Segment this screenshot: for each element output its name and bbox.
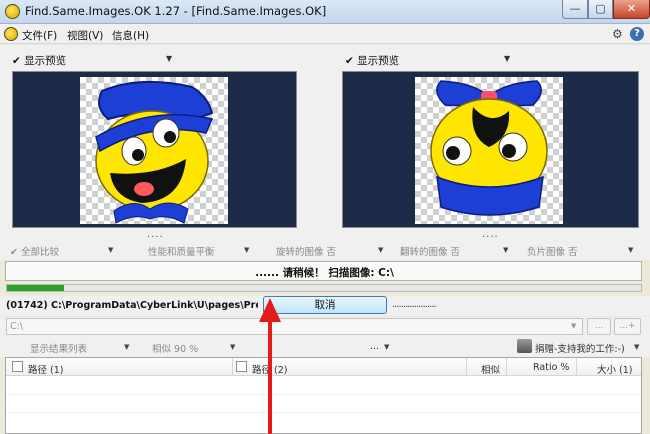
- select-all-path1-checkbox[interactable]: [12, 361, 23, 372]
- chevron-down-icon[interactable]: ▼: [378, 246, 383, 254]
- select-all-path2-checkbox[interactable]: [236, 361, 247, 372]
- chevron-down-icon[interactable]: ▼: [634, 343, 639, 351]
- cancel-button[interactable]: 取消: [263, 296, 387, 314]
- compare-all-option[interactable]: ✔ 全部比较: [10, 244, 59, 258]
- column-ratio[interactable]: Ratio %: [533, 362, 569, 373]
- chevron-down-icon[interactable]: ▼: [384, 343, 389, 351]
- chevron-down-icon[interactable]: ▼: [504, 54, 510, 63]
- results-header: 路径 (1) 路径 (2) 相似 Ratio % 大小 (1): [6, 358, 641, 376]
- chevron-down-icon[interactable]: ▼: [244, 246, 249, 254]
- smiley-hat-image: [95, 80, 214, 224]
- left-preview-panel[interactable]: [12, 71, 297, 228]
- menu-view[interactable]: 视图(V): [67, 28, 103, 43]
- minimize-button[interactable]: —: [562, 0, 588, 19]
- options-dots[interactable]: ...: [370, 341, 379, 352]
- right-preview-toggle[interactable]: ✔ 显示预览: [345, 53, 399, 68]
- chevron-down-icon[interactable]: ▼: [230, 343, 235, 351]
- right-splitter-dots[interactable]: ....: [482, 229, 499, 240]
- add-directory-button[interactable]: ...+: [614, 318, 641, 335]
- title-bar: Find.Same.Images.OK 1.27 - [Find.Same.Im…: [0, 0, 650, 24]
- directory-input[interactable]: C:\: [6, 318, 583, 335]
- quality-balance-option[interactable]: 性能和质量平衡: [148, 244, 215, 258]
- right-preview-panel[interactable]: [342, 71, 639, 228]
- compare-all-label: 全部比较: [20, 247, 59, 258]
- column-path-2[interactable]: 路径 (2): [252, 362, 287, 376]
- scan-progress-bar: [6, 284, 642, 292]
- menu-file[interactable]: 文件(F): [22, 28, 57, 43]
- results-list[interactable]: 路径 (1) 路径 (2) 相似 Ratio % 大小 (1): [5, 357, 642, 434]
- column-path-1[interactable]: 路径 (1): [28, 362, 63, 376]
- show-results-list-option[interactable]: 显示结果列表: [30, 341, 87, 355]
- row-divider: [6, 412, 641, 413]
- column-similarity[interactable]: 相似: [481, 362, 500, 376]
- scan-status-box: ...... 请稍候！ 扫描图像: C:\: [5, 261, 642, 281]
- help-icon[interactable]: ?: [630, 27, 644, 41]
- chevron-down-icon[interactable]: ▼: [124, 343, 129, 351]
- chevron-down-icon[interactable]: ▼: [628, 246, 633, 254]
- menu-bar: 文件(F) 视图(V) 信息(H) ⚙ ?: [0, 24, 650, 44]
- path-dash-line: ....................: [392, 299, 437, 310]
- similarity-option[interactable]: 相似 90 %: [152, 341, 198, 355]
- maximize-button[interactable]: ▢: [588, 0, 613, 19]
- right-preview-image: [415, 77, 563, 224]
- menu-info[interactable]: 信息(H): [112, 28, 149, 43]
- column-divider[interactable]: [576, 358, 577, 376]
- flipped-images-option[interactable]: 翻转的图像 否: [400, 244, 460, 258]
- negative-images-option[interactable]: 负片图像 否: [527, 244, 578, 258]
- row-divider: [6, 394, 641, 395]
- smiley-bowtie-image: [430, 80, 548, 216]
- column-divider[interactable]: [466, 358, 467, 376]
- left-preview-image: [80, 77, 228, 224]
- directory-row: C:\ ▼ ... ...+: [0, 317, 650, 337]
- scan-status-text: ...... 请稍候！ 扫描图像: C:\: [255, 267, 394, 279]
- close-button[interactable]: ✕: [613, 0, 650, 19]
- column-divider[interactable]: [506, 358, 507, 376]
- current-path-row: (01742) C:\ProgramData\CyberLink\U\pages…: [0, 296, 650, 316]
- rotated-images-option[interactable]: 旋转的图像 否: [276, 244, 336, 258]
- scan-progress-fill: [7, 285, 65, 291]
- chevron-down-icon[interactable]: ▼: [166, 54, 172, 63]
- chevron-down-icon[interactable]: ▼: [503, 246, 508, 254]
- donate-link[interactable]: 捐赠-支持我的工作:-): [535, 341, 625, 355]
- smiley-app-icon[interactable]: [5, 4, 20, 19]
- column-divider[interactable]: [232, 358, 233, 376]
- browse-button[interactable]: ...: [587, 318, 611, 335]
- settings-icon[interactable]: ⚙: [612, 27, 623, 41]
- current-scan-path: (01742) C:\ProgramData\CyberLink\U\pages…: [6, 300, 258, 311]
- smiley-menu-icon[interactable]: [4, 27, 18, 41]
- results-options-row: 显示结果列表 ▼ 相似 90 % ▼ ... ▼ 捐赠-支持我的工作:-) ▼: [0, 337, 650, 357]
- preview-area: ✔ 显示预览 ▼ ✔ 显示预览 ▼ .... ....: [0, 45, 650, 240]
- window-title: Find.Same.Images.OK 1.27 - [Find.Same.Im…: [25, 4, 327, 18]
- chevron-down-icon[interactable]: ▼: [571, 322, 576, 330]
- left-splitter-dots[interactable]: ....: [147, 229, 164, 240]
- compare-options-bar: ✔ 全部比较 ▼ 性能和质量平衡 ▼ 旋转的图像 否 ▼ 翻转的图像 否 ▼ 负…: [0, 240, 650, 260]
- column-size-1[interactable]: 大小 (1): [597, 362, 632, 376]
- left-preview-toggle[interactable]: ✔ 显示预览: [12, 53, 66, 68]
- printer-icon[interactable]: [517, 339, 532, 353]
- chevron-down-icon[interactable]: ▼: [108, 246, 113, 254]
